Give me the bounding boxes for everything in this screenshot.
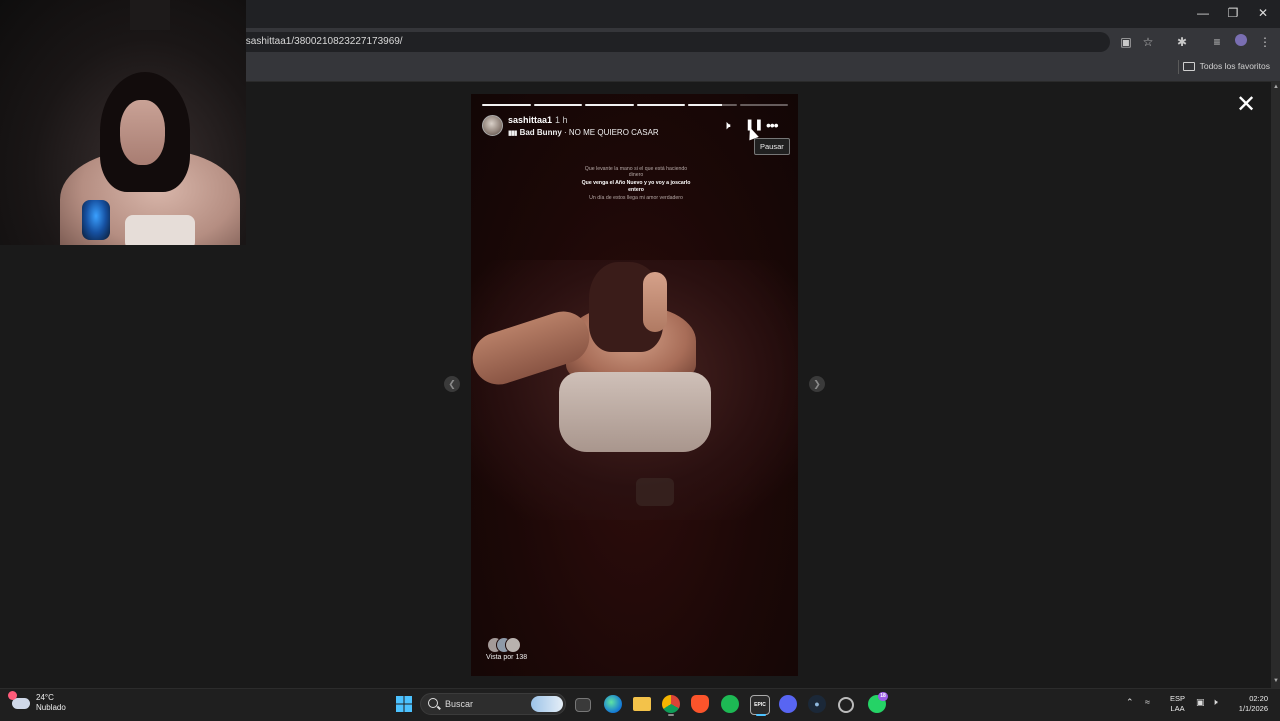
lyric-line: Un día de estos llega mi amor verdadero [589,194,683,201]
active-indicator [756,714,766,716]
cloudy-weather-icon [8,690,30,709]
close-window-icon[interactable]: ✕ [1252,4,1274,22]
keyboard-layout: LAA [1170,704,1185,713]
viewed-by-count[interactable]: Vista por 138 [486,654,527,661]
media-controls-icon[interactable]: ≡ [1209,34,1225,50]
brave-icon[interactable] [691,695,709,713]
progress-segment [533,104,582,106]
search-highlight-graphic [531,696,563,712]
previous-story-icon[interactable]: ❮ [444,376,460,392]
spotify-icon[interactable] [721,695,739,713]
progress-segment [585,104,634,106]
all-bookmarks-label: Todos los favoritos [1199,61,1270,71]
next-story-icon[interactable]: ❯ [809,376,825,392]
task-view-icon[interactable] [575,698,591,712]
scroll-up-arrow-icon[interactable]: ▲ [1273,84,1279,90]
chrome-icon[interactable] [662,695,680,713]
music-separator: · [561,128,569,137]
all-bookmarks-folder[interactable]: Todos los favoritos [1182,61,1270,71]
steam-icon[interactable]: ● [808,695,826,713]
taskbar-search-label: Buscar [445,699,474,709]
speaker-icon[interactable]: 🕨 [1212,697,1218,708]
story-card[interactable]: sashittaa1 1 h ▮▮▮ Bad Bunny · NO ME QUIE… [471,94,798,676]
file-explorer-icon[interactable] [633,697,651,711]
more-options-icon[interactable]: ••• [766,118,779,132]
lyric-line: Que levante la mano si el que está hacie… [584,166,688,179]
url-text[interactable]: /sashittaa1/3800210823227173969/ [243,36,403,47]
windows-start-icon[interactable] [395,695,413,713]
bookmark-star-icon[interactable]: ☆ [1140,34,1156,50]
notification-badge: 18 [878,692,888,701]
extensions-icon[interactable]: ✱ [1174,34,1190,50]
menu-kebab-icon[interactable]: ⋮ [1257,34,1273,50]
weather-widget[interactable]: 24°C Nublado [8,690,66,713]
show-hidden-icons-icon[interactable]: ⌃ [1126,697,1134,708]
system-clock[interactable]: 02:20 1/1/2026 [1232,694,1268,714]
search-icon [428,698,438,708]
user-avatar[interactable] [482,115,503,136]
lyrics-sticker: Que levante la mano si el que está hacie… [581,166,691,203]
running-indicator [668,714,674,716]
story-time: 1 h [555,115,568,125]
weather-condition: Nublado [36,703,66,712]
settings-app-icon[interactable] [838,697,854,713]
clock-time: 02:20 [1249,694,1268,703]
language-code: ESP [1170,694,1186,703]
network-icon[interactable]: ≈ [1145,697,1150,707]
story-username[interactable]: sashittaa1 [508,115,552,125]
lyric-line-highlighted: Que venga el Año Nuevo y yo voy a joscar… [581,180,691,193]
music-artist: Bad Bunny [519,128,562,137]
webcam-overlay [0,0,246,245]
story-progress-bar [482,104,788,106]
progress-segment [688,104,737,106]
close-story-icon[interactable]: ✕ [1233,92,1259,118]
folder-icon [1182,61,1195,71]
minimize-icon[interactable]: — [1192,4,1214,22]
progress-segment [739,104,788,106]
language-indicator[interactable]: ESP LAA [1170,694,1185,714]
equalizer-icon: ▮▮▮ [508,130,518,137]
progress-segment [482,104,531,106]
music-attribution[interactable]: ▮▮▮ Bad Bunny · NO ME QUIERO CASAR [508,128,659,137]
bookmarks-separator [1178,60,1179,74]
install-app-icon[interactable]: ▣ [1118,34,1134,50]
scroll-down-arrow-icon[interactable]: ▼ [1273,678,1279,684]
restore-icon[interactable]: ❐ [1222,4,1244,22]
clock-date: 1/1/2026 [1238,704,1268,713]
page-scrollbar[interactable] [1271,82,1280,688]
display-icon[interactable]: ▣ [1196,697,1205,708]
weather-temp: 24°C [36,693,54,702]
discord-icon[interactable] [779,695,797,713]
volume-icon[interactable]: 🕨 [723,118,731,132]
profile-avatar-icon[interactable] [1233,34,1249,50]
pause-tooltip: Pausar [754,138,790,155]
edge-icon[interactable] [604,695,622,713]
music-title: NO ME QUIERO CASAR [568,128,659,137]
viewer-avatars[interactable] [487,637,527,653]
progress-segment [636,104,685,106]
story-photo [471,260,798,520]
epic-games-icon[interactable]: EPIC [750,695,770,715]
